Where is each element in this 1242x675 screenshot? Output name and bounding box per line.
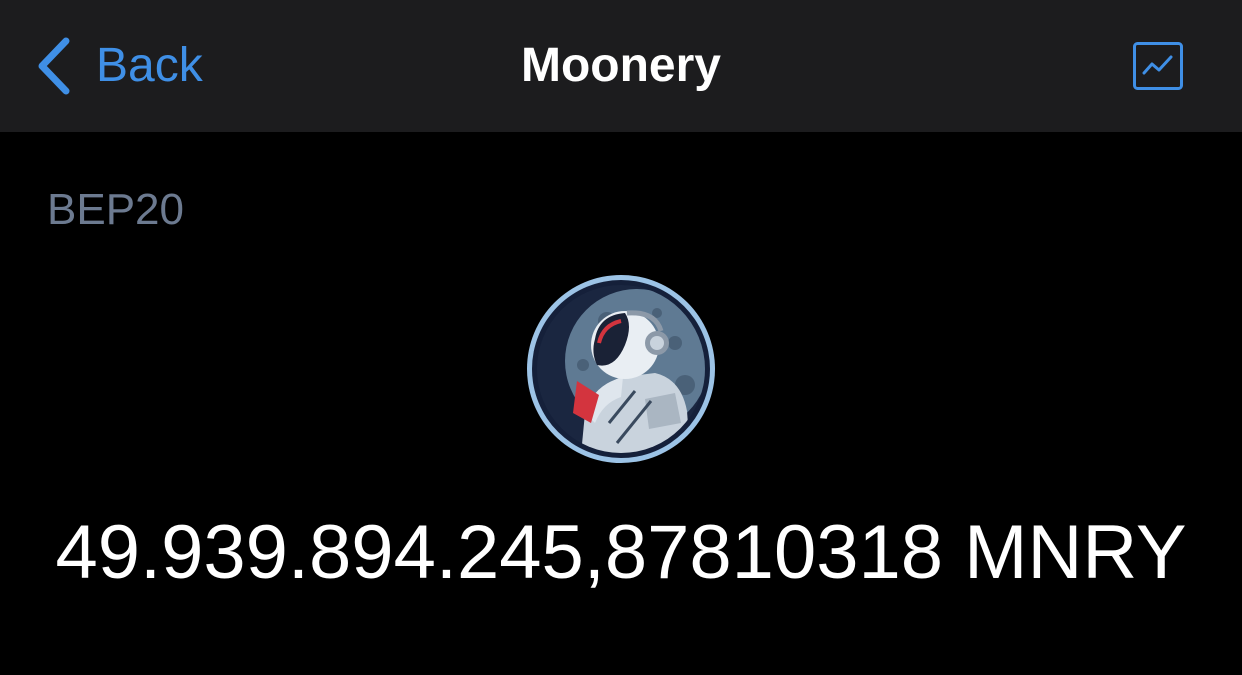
token-balance: 49.939.894.245,87810318 MNRY: [55, 510, 1187, 595]
chart-button[interactable]: [1133, 42, 1183, 90]
chart-line-icon: [1133, 42, 1183, 90]
network-label: BEP20: [47, 185, 184, 234]
astronaut-moon-logo-icon: [527, 275, 715, 463]
navigation-bar: Back Moonery: [0, 0, 1242, 132]
page-title: Moonery: [520, 39, 721, 92]
token-logo: [525, 273, 717, 465]
